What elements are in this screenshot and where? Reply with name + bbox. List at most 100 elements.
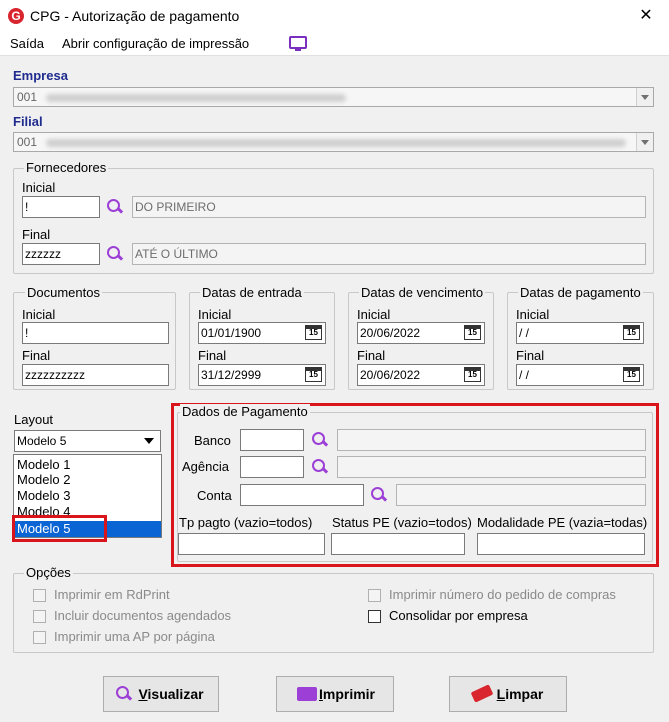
search-icon[interactable] (311, 458, 329, 476)
banco-desc (337, 429, 646, 451)
calendar-icon[interactable]: 15 (464, 367, 481, 382)
layout-option-1[interactable]: Modelo 1 (17, 457, 70, 472)
entrada-final-input[interactable]: 31/12/2999 15 (198, 364, 326, 386)
chevron-down-icon[interactable] (144, 438, 154, 444)
empresa-combo[interactable]: 001 (13, 87, 654, 107)
checkbox-agendados[interactable] (33, 610, 46, 623)
pagamento-final-value: / / (519, 368, 530, 382)
fornecedor-inicial-desc: DO PRIMEIRO (132, 196, 646, 218)
modalidade-pe-input[interactable] (477, 533, 645, 555)
calendar-icon[interactable]: 15 (305, 367, 322, 382)
documento-final-input[interactable]: zzzzzzzzzz (22, 364, 169, 386)
filial-combo[interactable]: 001 (13, 132, 654, 152)
checkbox-consolidar[interactable] (368, 610, 381, 623)
empresa-redacted (46, 94, 346, 102)
checkbox-pedido-compras[interactable] (368, 589, 381, 602)
datas-entrada-title: Datas de entrada (200, 285, 304, 300)
conta-desc (396, 484, 646, 506)
documentos-title: Documentos (25, 285, 102, 300)
layout-selected-value: Modelo 5 (17, 434, 67, 448)
documento-inicial-label: Inicial (22, 307, 56, 322)
pedido-compras-label: Imprimir número do pedido de compras (389, 587, 616, 602)
vencimento-final-value: 20/06/2022 (360, 368, 421, 382)
entrada-inicial-label: Inicial (198, 307, 232, 322)
highlight-box-modelo5 (12, 515, 107, 542)
chevron-down-icon[interactable] (636, 133, 653, 151)
agencia-label: Agência (182, 459, 229, 474)
rdprint-label: Imprimir em RdPrint (54, 587, 170, 602)
visualizar-hotkey: V (138, 686, 148, 702)
eraser-icon (470, 684, 494, 703)
search-icon (115, 685, 133, 703)
limpar-hotkey: L (496, 686, 506, 702)
vencimento-inicial-value: 20/06/2022 (360, 326, 421, 340)
visualizar-button[interactable]: Visualizar (103, 676, 219, 712)
fornecedor-final-label: Final (22, 227, 51, 242)
pagamento-inicial-label: Inicial (516, 307, 550, 322)
visualizar-label: isualizar (147, 686, 204, 702)
documento-inicial-input[interactable]: ! (22, 322, 169, 344)
status-pe-label: Status PE (vazio=todos) (332, 515, 472, 530)
imprimir-label: mprimir (322, 686, 375, 702)
checkbox-ap-por-pagina[interactable] (33, 631, 46, 644)
pagamento-final-input[interactable]: / / 15 (516, 364, 644, 386)
entrada-final-label: Final (198, 348, 227, 363)
app-logo-icon: G (8, 8, 24, 24)
search-icon[interactable] (370, 486, 388, 504)
entrada-inicial-value: 01/01/1900 (201, 326, 262, 340)
limpar-button[interactable]: Limpar (449, 676, 567, 712)
layout-label: Layout (14, 412, 54, 427)
monitor-icon[interactable] (289, 36, 307, 51)
menu-saida[interactable]: Saída (10, 36, 44, 51)
conta-label: Conta (197, 488, 232, 503)
layout-option-2[interactable]: Modelo 2 (17, 472, 70, 487)
opcoes-title: Opções (24, 565, 73, 580)
filial-label: Filial (13, 114, 43, 129)
chevron-down-icon[interactable] (636, 88, 653, 106)
checkbox-rdprint[interactable] (33, 589, 46, 602)
vencimento-final-label: Final (357, 348, 386, 363)
conta-input[interactable] (240, 484, 364, 506)
calendar-icon[interactable]: 15 (623, 325, 640, 340)
fornecedor-inicial-label: Inicial (22, 180, 56, 195)
search-icon[interactable] (106, 245, 124, 263)
close-icon[interactable]: ✕ (632, 4, 660, 28)
dados-pagamento-title: Dados de Pagamento (180, 404, 310, 419)
layout-option-3[interactable]: Modelo 3 (17, 488, 70, 503)
vencimento-inicial-input[interactable]: 20/06/2022 15 (357, 322, 485, 344)
search-icon[interactable] (311, 431, 329, 449)
agencia-desc (337, 456, 646, 478)
ap-por-pagina-label: Imprimir uma AP por página (54, 629, 215, 644)
entrada-inicial-input[interactable]: 01/01/1900 15 (198, 322, 326, 344)
imprimir-button[interactable]: Imprimir (276, 676, 394, 712)
banco-input[interactable] (240, 429, 304, 451)
fornecedor-inicial-input[interactable]: ! (22, 196, 100, 218)
vencimento-final-input[interactable]: 20/06/2022 15 (357, 364, 485, 386)
banco-label: Banco (194, 433, 231, 448)
calendar-icon[interactable]: 15 (305, 325, 322, 340)
pagamento-final-label: Final (516, 348, 545, 363)
status-pe-input[interactable] (331, 533, 465, 555)
fornecedor-final-input[interactable]: zzzzzz (22, 243, 100, 265)
modalidade-pe-label: Modalidade PE (vazia=todas) (477, 515, 648, 530)
documento-final-label: Final (22, 348, 51, 363)
printer-icon (297, 687, 317, 701)
agendados-label: Incluir documentos agendados (54, 608, 232, 623)
datas-pagamento-title: Datas de pagamento (518, 285, 643, 300)
menu-abrir-configuracao[interactable]: Abrir configuração de impressão (62, 36, 249, 51)
agencia-input[interactable] (240, 456, 304, 478)
limpar-label: impar (505, 686, 544, 702)
pagamento-inicial-value: / / (519, 326, 530, 340)
calendar-icon[interactable]: 15 (464, 325, 481, 340)
search-icon[interactable] (106, 198, 124, 216)
empresa-label: Empresa (13, 68, 68, 83)
tp-pagto-label: Tp pagto (vazio=todos) (179, 515, 313, 530)
tp-pagto-input[interactable] (178, 533, 325, 555)
calendar-icon[interactable]: 15 (623, 367, 640, 382)
vencimento-inicial-label: Inicial (357, 307, 391, 322)
consolidar-label: Consolidar por empresa (389, 608, 528, 623)
filial-redacted (46, 139, 626, 147)
layout-select[interactable]: Modelo 5 (14, 430, 161, 452)
entrada-final-value: 31/12/2999 (201, 368, 262, 382)
pagamento-inicial-input[interactable]: / / 15 (516, 322, 644, 344)
